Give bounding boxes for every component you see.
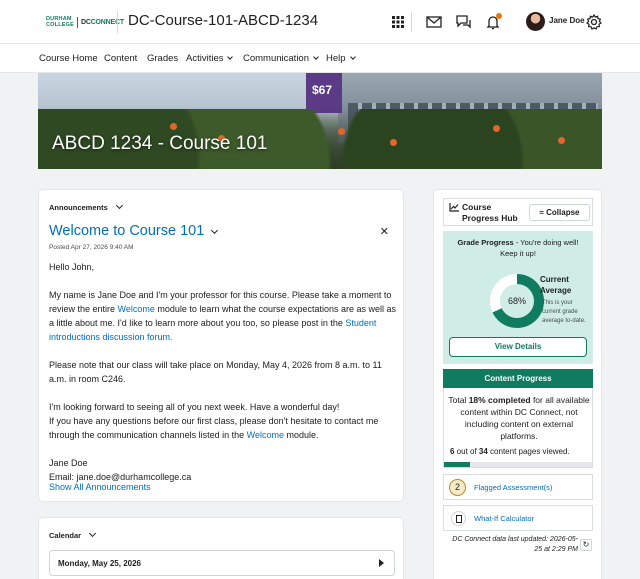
- nav-course-home[interactable]: Course Home: [39, 53, 98, 64]
- nav-grades[interactable]: Grades: [147, 53, 178, 64]
- announcements-widget: Announcements Welcome to Course 101 ✕ Po…: [38, 189, 404, 502]
- collapse-button[interactable]: ≈ Collapse: [529, 204, 590, 221]
- welcome-link[interactable]: Welcome: [118, 304, 155, 314]
- last-updated-text: DC Connect data last updated: 2026-05-25…: [452, 536, 578, 553]
- banner-title: ABCD 1234 - Course 101: [52, 133, 268, 154]
- content-progress-bar: [444, 462, 592, 467]
- calendar-widget: Calendar Monday, May 25, 2026: [38, 517, 404, 579]
- welcome-link[interactable]: Welcome: [247, 430, 284, 440]
- chevron-down-icon: [115, 201, 123, 210]
- content-progress-card: Total 18% completed for all available co…: [443, 388, 593, 468]
- grade-progress-message: Grade Progress - You're doing well! Keep…: [457, 238, 579, 258]
- chevron-up-icon: ≈: [539, 208, 544, 217]
- username[interactable]: Jane Doe: [549, 16, 585, 25]
- flagged-count-badge: 2: [449, 479, 466, 496]
- close-icon[interactable]: ✕: [380, 225, 389, 238]
- chevron-down-icon: [313, 54, 319, 60]
- refresh-icon[interactable]: ↻: [580, 539, 592, 551]
- pages-viewed-count: 6 out of 34 content pages viewed.: [450, 447, 570, 456]
- chevron-right-icon: [379, 559, 384, 567]
- banner-sign: $67: [306, 73, 342, 113]
- current-average-title: Current Average: [540, 275, 572, 295]
- flagged-assessments-item[interactable]: 2 Flagged Assessment(s): [443, 474, 593, 500]
- nav-activities[interactable]: Activities: [186, 53, 234, 64]
- flagged-assessments-link[interactable]: Flagged Assessment(s): [474, 483, 552, 492]
- grade-donut-chart: 68%: [490, 274, 544, 328]
- what-if-calculator-item[interactable]: What-If Calculator: [443, 505, 593, 531]
- announcements-header[interactable]: Announcements: [49, 201, 123, 212]
- current-average-description: This is your current grade average to-da…: [542, 300, 586, 324]
- chevron-down-icon: [227, 54, 234, 60]
- avatar[interactable]: [526, 12, 545, 31]
- what-if-calculator-link[interactable]: What-If Calculator: [474, 514, 534, 523]
- course-banner: $67 ABCD 1234 - Course 101: [38, 73, 602, 169]
- announcement-body: Hello John, My name is Jane Doe and I'm …: [49, 262, 397, 482]
- mail-icon[interactable]: [424, 12, 444, 32]
- course-title[interactable]: DC-Course-101-ABCD-1234: [128, 12, 318, 29]
- notification-dot: [496, 13, 502, 19]
- content-progress-header: Content Progress: [443, 369, 593, 388]
- nav-content[interactable]: Content: [104, 53, 137, 64]
- chevron-down-icon: [349, 54, 356, 60]
- hub-title: Course Progress Hub: [462, 202, 518, 223]
- chevron-down-icon: [89, 529, 97, 538]
- calendar-header[interactable]: Calendar: [49, 529, 97, 540]
- show-all-announcements-link[interactable]: Show All Announcements: [49, 482, 151, 492]
- college-logo[interactable]: DURHAM COLLEGE DCCONNECT: [46, 15, 124, 29]
- nav-help[interactable]: Help: [326, 53, 356, 64]
- top-bar: DURHAM COLLEGE DCCONNECT DC-Course-101-AB…: [0, 0, 640, 44]
- grade-progress-card: Grade Progress - You're doing well! Keep…: [443, 231, 593, 364]
- trend-chart-icon: [449, 203, 459, 212]
- announcement-date: Posted Apr 27, 2026 9:40 AM: [49, 244, 134, 251]
- calculator-icon: [451, 511, 466, 526]
- current-average-value: 68%: [500, 284, 534, 318]
- content-progress-fill: [444, 462, 471, 467]
- chat-icon[interactable]: [453, 12, 473, 32]
- logo-college-text: DURHAM COLLEGE: [46, 16, 74, 28]
- chevron-down-icon: [211, 226, 219, 235]
- progress-hub-widget: Course Progress Hub ≈ Collapse Grade Prog…: [433, 189, 602, 579]
- view-details-button[interactable]: View Details: [449, 337, 587, 357]
- apps-grid-icon[interactable]: [388, 12, 408, 32]
- course-navbar: Course Home Content Grades Activities Co…: [0, 44, 640, 73]
- announcement-title[interactable]: Welcome to Course 101: [49, 223, 219, 239]
- nav-communication[interactable]: Communication: [243, 53, 319, 64]
- gear-icon[interactable]: [584, 12, 604, 32]
- content-progress-summary: Total 18% completed for all available co…: [448, 395, 590, 441]
- hub-header: Course Progress Hub ≈ Collapse: [443, 198, 593, 226]
- calendar-date-selector[interactable]: Monday, May 25, 2026: [49, 550, 395, 576]
- bell-icon[interactable]: [483, 12, 503, 32]
